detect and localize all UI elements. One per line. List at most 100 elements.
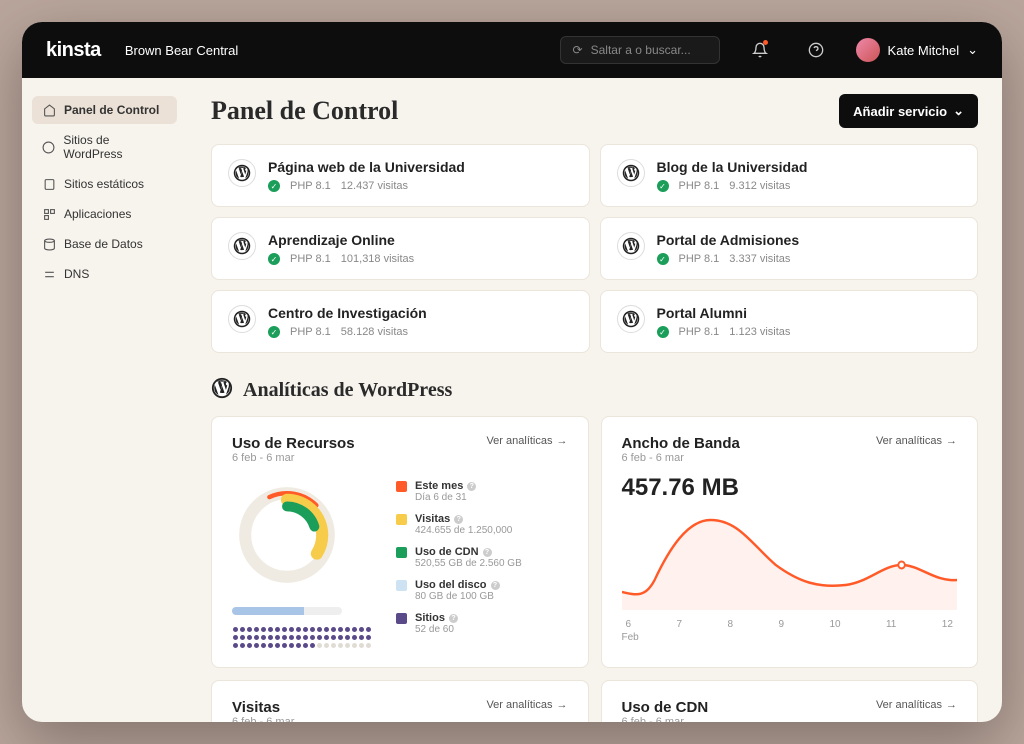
view-analytics-link[interactable]: Ver analíticas →	[876, 435, 957, 447]
sidebar: Panel de Control Sitios de WordPress Sit…	[22, 78, 187, 722]
site-card[interactable]: Blog de la Universidad ✓ PHP 8.1 9.312 v…	[600, 144, 979, 207]
site-php: PHP 8.1	[290, 326, 331, 338]
cdn-title: Uso de CDN	[622, 699, 709, 716]
sidebar-item-apps[interactable]: Aplicaciones	[32, 200, 177, 228]
home-icon	[42, 103, 56, 117]
view-analytics-link[interactable]: Ver analíticas →	[876, 699, 957, 711]
legend-value: 80 GB de 100 GB	[415, 591, 500, 602]
sidebar-item-static[interactable]: Sitios estáticos	[32, 170, 177, 198]
status-ok-icon: ✓	[657, 180, 669, 192]
sidebar-item-label: Base de Datos	[64, 237, 143, 251]
legend-label: Uso del disco ?	[415, 579, 500, 591]
site-card[interactable]: Aprendizaje Online ✓ PHP 8.1 101,318 vis…	[211, 217, 590, 280]
legend-value: 52 de 60	[415, 624, 458, 635]
site-php: PHP 8.1	[679, 253, 720, 265]
site-php: PHP 8.1	[290, 180, 331, 192]
site-php: PHP 8.1	[679, 180, 720, 192]
analytics-section-title: Analíticas de WordPress	[243, 379, 452, 402]
add-service-button[interactable]: Añadir servicio ⌄	[839, 94, 978, 128]
legend-label: Visitas ?	[415, 513, 512, 525]
sidebar-item-dashboard[interactable]: Panel de Control	[32, 96, 177, 124]
arrow-right-icon: →	[946, 435, 957, 447]
search-input[interactable]: ⟳ Saltar a o buscar...	[560, 36, 720, 64]
resources-panel: Uso de Recursos 6 feb - 6 mar Ver analít…	[211, 416, 589, 668]
bandwidth-panel: Ancho de Banda 6 feb - 6 mar Ver analíti…	[601, 416, 979, 668]
sidebar-item-label: DNS	[64, 267, 89, 281]
status-ok-icon: ✓	[268, 326, 280, 338]
disk-bar	[232, 607, 342, 615]
sites-dots	[232, 625, 372, 649]
avatar	[856, 38, 880, 62]
legend-swatch	[396, 613, 407, 624]
site-visits: 101,318 visitas	[341, 253, 414, 265]
legend-swatch	[396, 514, 407, 525]
apps-icon	[42, 207, 56, 221]
arrow-right-icon: →	[557, 435, 568, 447]
sidebar-item-database[interactable]: Base de Datos	[32, 230, 177, 258]
wordpress-icon	[211, 377, 233, 404]
legend-label: Uso de CDN ?	[415, 546, 522, 558]
sidebar-item-label: Sitios estáticos	[64, 177, 144, 191]
visits-range: 6 feb - 6 mar	[232, 716, 294, 722]
resources-legend: Este mes ? Día 6 de 31 Visitas ? 424.655…	[396, 480, 568, 649]
legend-item: Este mes ? Día 6 de 31	[396, 480, 568, 503]
x-axis-label: Feb	[622, 632, 958, 643]
legend-item: Visitas ? 424.655 de 1.250,000	[396, 513, 568, 536]
arrow-right-icon: →	[557, 699, 568, 711]
site-visits: 12.437 visitas	[341, 180, 408, 192]
bandwidth-range: 6 feb - 6 mar	[622, 452, 740, 464]
view-analytics-link[interactable]: Ver analíticas →	[486, 435, 567, 447]
cdn-range: 6 feb - 6 mar	[622, 716, 709, 722]
wordpress-icon	[617, 305, 645, 333]
site-title: Aprendizaje Online	[268, 232, 414, 248]
bandwidth-title: Ancho de Banda	[622, 435, 740, 452]
chevron-down-icon: ⌄	[953, 103, 964, 119]
info-icon[interactable]: ?	[454, 515, 463, 524]
wordpress-icon	[42, 140, 55, 154]
legend-swatch	[396, 481, 407, 492]
legend-item: Uso del disco ? 80 GB de 100 GB	[396, 579, 568, 602]
site-visits: 3.337 visitas	[729, 253, 790, 265]
notifications-icon[interactable]	[744, 34, 776, 66]
chevron-down-icon: ⌄	[967, 42, 978, 58]
site-card[interactable]: Portal Alumni ✓ PHP 8.1 1.123 visitas	[600, 290, 979, 353]
legend-swatch	[396, 547, 407, 558]
site-card[interactable]: Portal de Admisiones ✓ PHP 8.1 3.337 vis…	[600, 217, 979, 280]
donut-chart	[232, 480, 342, 590]
legend-item: Sitios ? 52 de 60	[396, 612, 568, 635]
info-icon[interactable]: ?	[467, 482, 476, 491]
sidebar-item-wordpress[interactable]: Sitios de WordPress	[32, 126, 177, 168]
refresh-icon: ⟳	[573, 43, 583, 57]
info-icon[interactable]: ?	[449, 614, 458, 623]
status-ok-icon: ✓	[268, 253, 280, 265]
site-card[interactable]: Centro de Investigación ✓ PHP 8.1 58.128…	[211, 290, 590, 353]
legend-item: Uso de CDN ? 520,55 GB de 2.560 GB	[396, 546, 568, 569]
wordpress-icon	[617, 232, 645, 260]
wordpress-icon	[228, 159, 256, 187]
help-icon[interactable]	[800, 34, 832, 66]
bandwidth-chart	[622, 510, 958, 610]
arrow-right-icon: →	[946, 699, 957, 711]
resources-title: Uso de Recursos	[232, 435, 355, 452]
sidebar-item-dns[interactable]: DNS	[32, 260, 177, 288]
status-ok-icon: ✓	[657, 326, 669, 338]
sidebar-item-label: Aplicaciones	[64, 207, 131, 221]
visits-panel: Visitas 6 feb - 6 mar Ver analíticas →	[211, 680, 589, 722]
legend-swatch	[396, 580, 407, 591]
info-icon[interactable]: ?	[491, 581, 500, 590]
user-name: Kate Mitchel	[888, 43, 960, 58]
visits-title: Visitas	[232, 699, 294, 716]
site-visits: 58.128 visitas	[341, 326, 408, 338]
wordpress-icon	[228, 305, 256, 333]
legend-label: Este mes ?	[415, 480, 476, 492]
info-icon[interactable]: ?	[483, 548, 492, 557]
site-card[interactable]: Página web de la Universidad ✓ PHP 8.1 1…	[211, 144, 590, 207]
site-title: Blog de la Universidad	[657, 159, 808, 175]
user-menu[interactable]: Kate Mitchel ⌄	[856, 38, 978, 62]
site-php: PHP 8.1	[679, 326, 720, 338]
x-axis-ticks: 6789101112	[622, 619, 958, 630]
view-analytics-link[interactable]: Ver analíticas →	[486, 699, 567, 711]
search-placeholder: Saltar a o buscar...	[591, 43, 691, 57]
file-icon	[42, 177, 56, 191]
legend-value: 520,55 GB de 2.560 GB	[415, 558, 522, 569]
